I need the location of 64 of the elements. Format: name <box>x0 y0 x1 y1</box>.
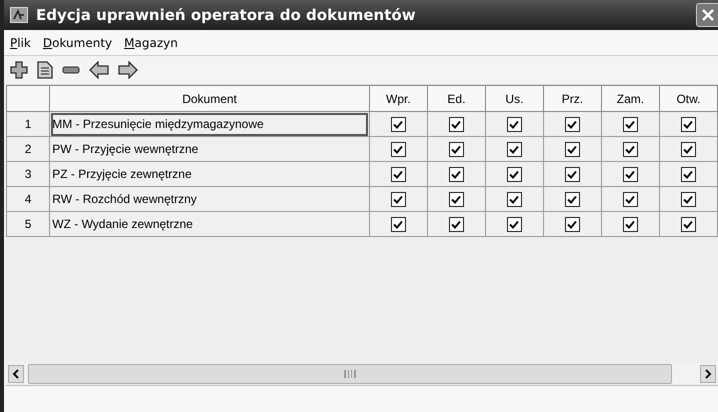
checkbox[interactable] <box>564 216 580 232</box>
right-chevron-icon <box>704 369 712 379</box>
row-number: 5 <box>6 212 50 236</box>
checkbox[interactable] <box>506 142 522 157</box>
table-cell[interactable]: PZ - Przyjęcie zewnętrzne <box>50 162 370 186</box>
checkbox[interactable] <box>622 116 638 132</box>
checkbox[interactable] <box>622 166 638 182</box>
checkbox[interactable] <box>564 192 580 207</box>
column-header[interactable]: Otw. <box>659 86 718 112</box>
close-button[interactable] <box>696 3 718 27</box>
menu-item[interactable]: Magazyn <box>124 36 178 50</box>
checkbox[interactable] <box>390 216 406 232</box>
checkbox[interactable] <box>448 216 464 232</box>
checkbox[interactable] <box>680 116 696 132</box>
left-chevron-icon <box>12 369 20 379</box>
checkbox[interactable] <box>564 116 580 132</box>
plus-icon[interactable] <box>10 61 28 79</box>
checkbox[interactable] <box>680 216 696 232</box>
column-header[interactable]: Zam. <box>601 86 660 112</box>
checkbox[interactable] <box>564 142 580 157</box>
row-number: 4 <box>6 186 50 212</box>
checkbox[interactable] <box>680 142 696 157</box>
column-header[interactable]: Us. <box>485 86 544 112</box>
menu-item[interactable]: Plik <box>10 36 31 50</box>
window-title: Edycja uprawnień operatora do dokumentów <box>36 6 417 24</box>
minus-icon[interactable] <box>62 66 80 74</box>
checkbox[interactable] <box>506 166 522 182</box>
checkbox[interactable] <box>390 166 406 182</box>
checkbox[interactable] <box>622 142 638 157</box>
checkbox[interactable] <box>448 116 464 132</box>
checkbox[interactable] <box>622 216 638 232</box>
row-number: 1 <box>6 112 50 136</box>
checkbox[interactable] <box>506 216 522 232</box>
column-header[interactable]: Ed. <box>427 86 486 112</box>
checkbox[interactable] <box>390 142 406 157</box>
checkbox[interactable] <box>448 142 464 157</box>
scroll-right-button[interactable] <box>700 365 716 383</box>
checkbox[interactable] <box>680 166 696 182</box>
row-number: 3 <box>6 162 50 186</box>
checkbox[interactable] <box>506 192 522 207</box>
document-icon[interactable] <box>37 61 53 79</box>
table-cell[interactable]: WZ - Wydanie zewnętrzne <box>50 212 370 236</box>
column-header[interactable]: Wpr. <box>369 86 428 112</box>
scroll-left-button[interactable] <box>8 365 24 383</box>
right-arrow-icon[interactable] <box>118 61 138 79</box>
table-cell[interactable]: MM - Przesunięcie międzymagazynowe <box>50 112 370 136</box>
checkbox[interactable] <box>448 166 464 182</box>
table-cell[interactable]: PW - Przyjęcie wewnętrzne <box>50 136 370 162</box>
close-icon <box>701 8 715 22</box>
column-header[interactable]: Prz. <box>543 86 602 112</box>
app-icon <box>10 7 28 23</box>
menu-item[interactable]: Dokumenty <box>42 36 112 50</box>
checkbox[interactable] <box>506 116 522 132</box>
column-header[interactable]: Dokument <box>50 86 370 112</box>
checkbox[interactable] <box>680 192 696 207</box>
checkbox[interactable] <box>390 192 406 207</box>
checkbox[interactable] <box>390 116 406 132</box>
scrollbar-thumb[interactable] <box>28 364 672 384</box>
row-number: 2 <box>6 136 50 162</box>
checkbox[interactable] <box>448 192 464 207</box>
left-arrow-icon[interactable] <box>89 61 109 79</box>
checkbox[interactable] <box>622 192 638 207</box>
checkbox[interactable] <box>564 166 580 182</box>
table-cell[interactable]: RW - Rozchód wewnętrzny <box>50 186 370 212</box>
